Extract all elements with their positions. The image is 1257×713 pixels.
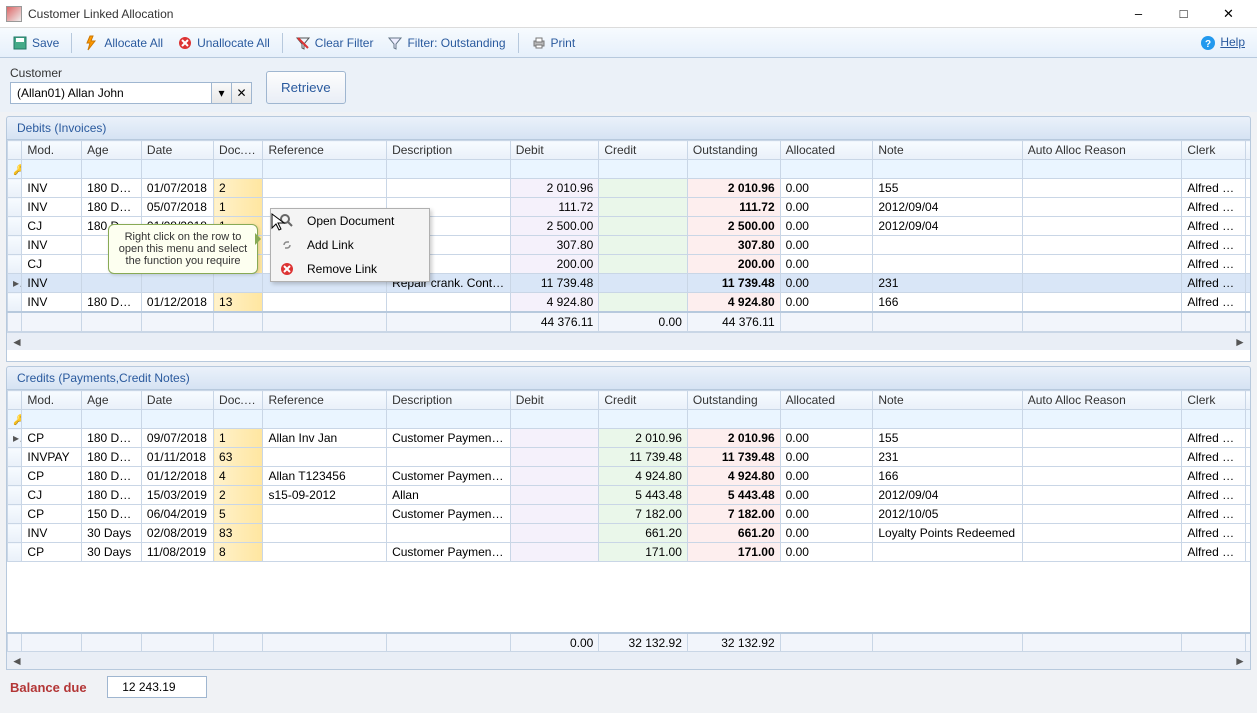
table-row[interactable]: INV180 Days05/07/20181111.72111.720.0020…	[8, 198, 1251, 217]
ctx-remove-link[interactable]: Remove Link	[271, 257, 429, 281]
table-row[interactable]: CJ180 Days15/03/20192s15-09-2012Allan5 4…	[8, 486, 1251, 505]
dropdown-icon[interactable]: ▾	[211, 83, 231, 103]
context-menu: Open Document Add Link Remove Link	[270, 208, 430, 282]
link-icon	[277, 237, 297, 253]
remove-link-icon	[277, 261, 297, 277]
credits-panel-title: Credits (Payments,Credit Notes)	[6, 366, 1251, 390]
table-row[interactable]: CP180 Days01/12/20184Allan T123456Custom…	[8, 467, 1251, 486]
header-row[interactable]: Mod.AgeDate Doc. NoReferenceDescription …	[8, 141, 1251, 160]
debits-panel-title: Debits (Invoices)	[6, 116, 1251, 140]
credits-grid-wrap: Mod.AgeDate Doc. NoReferenceDescription …	[6, 390, 1251, 670]
unallocate-all-button[interactable]: Unallocate All	[171, 32, 276, 54]
debits-hscroll[interactable]: ◄►	[7, 332, 1250, 350]
window-title: Customer Linked Allocation	[28, 7, 1116, 21]
table-row[interactable]: ▸CP180 Days09/07/20181Allan Inv JanCusto…	[8, 429, 1251, 448]
table-row[interactable]: CP150 Days06/04/20195Customer Payment: .…	[8, 505, 1251, 524]
filter-row[interactable]: 🔑	[8, 160, 1251, 179]
app-icon	[6, 6, 22, 22]
allocate-all-button[interactable]: Allocate All	[78, 32, 169, 54]
main-toolbar: Save Allocate All Unallocate All Clear F…	[0, 28, 1257, 58]
table-row[interactable]: INV30 Days02/08/201983661.20661.200.00Lo…	[8, 524, 1251, 543]
save-button[interactable]: Save	[6, 32, 65, 54]
balance-value: 12 243.19	[107, 676, 207, 698]
help-button[interactable]: ? Help	[1194, 32, 1251, 54]
clear-filter-button[interactable]: Clear Filter	[289, 32, 380, 54]
header-row[interactable]: Mod.AgeDate Doc. NoReferenceDescription …	[8, 391, 1251, 410]
bolt-icon	[84, 35, 100, 51]
filter-outstanding-button[interactable]: Filter: Outstanding	[381, 32, 511, 54]
tooltip-callout: Right click on the row to open this menu…	[108, 224, 258, 274]
clear-icon[interactable]: ✕	[231, 83, 251, 103]
svg-text:?: ?	[1205, 39, 1211, 50]
search-icon	[277, 213, 297, 229]
titlebar: Customer Linked Allocation – □ ✕	[0, 0, 1257, 28]
credits-grid[interactable]: Mod.AgeDate Doc. NoReferenceDescription …	[7, 390, 1250, 562]
filter-row[interactable]: 🔑	[8, 410, 1251, 429]
table-row[interactable]: ▸INVRepair crank. Contac...11 739.4811 7…	[8, 274, 1251, 293]
help-icon: ?	[1200, 35, 1216, 51]
save-icon	[12, 35, 28, 51]
clear-filter-icon	[295, 35, 311, 51]
credits-sum-row: 0.00 32 132.92 32 132.92	[8, 633, 1251, 651]
print-icon	[531, 35, 547, 51]
customer-combo[interactable]: ▾ ✕	[10, 82, 252, 104]
table-row[interactable]: INV180 Days01/12/2018134 924.804 924.800…	[8, 293, 1251, 313]
ctx-open-document[interactable]: Open Document	[271, 209, 429, 233]
credits-hscroll[interactable]: ◄►	[7, 651, 1250, 669]
balance-label: Balance due	[10, 680, 87, 695]
retrieve-button[interactable]: Retrieve	[266, 71, 346, 104]
funnel-icon	[387, 35, 403, 51]
balance-row: Balance due 12 243.19	[10, 676, 1247, 698]
remove-icon	[177, 35, 193, 51]
minimize-button[interactable]: –	[1116, 0, 1161, 28]
debits-sum-row: 44 376.11 0.00 44 376.11	[8, 312, 1251, 332]
table-row[interactable]: INV180 Days01/07/201822 010.962 010.960.…	[8, 179, 1251, 198]
customer-input[interactable]	[11, 83, 211, 103]
ctx-add-link[interactable]: Add Link	[271, 233, 429, 257]
maximize-button[interactable]: □	[1161, 0, 1206, 28]
table-row[interactable]: CP30 Days11/08/20198Customer Payment: ..…	[8, 543, 1251, 562]
close-button[interactable]: ✕	[1206, 0, 1251, 28]
table-row[interactable]: INVPAY180 Days01/11/20186311 739.4811 73…	[8, 448, 1251, 467]
customer-row: Customer ▾ ✕ Retrieve	[0, 58, 1257, 112]
print-button[interactable]: Print	[525, 32, 582, 54]
customer-label: Customer	[10, 66, 252, 80]
